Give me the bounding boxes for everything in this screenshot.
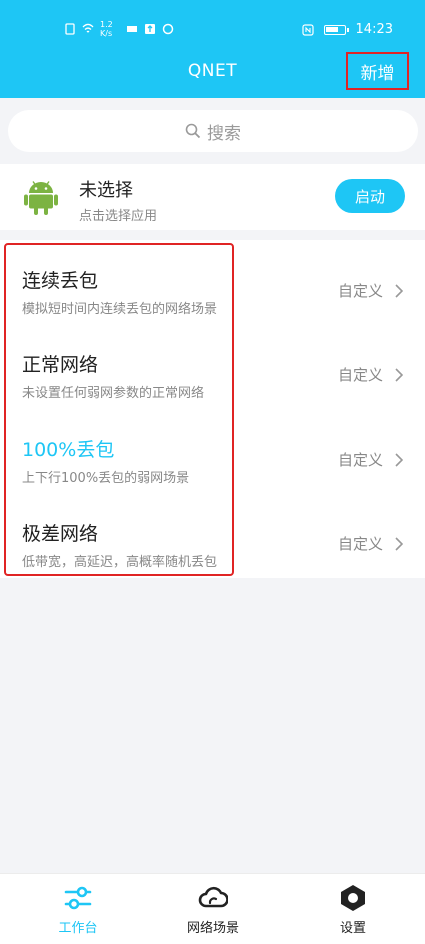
- add-button[interactable]: 新增: [346, 52, 409, 90]
- start-button[interactable]: 启动: [335, 179, 405, 213]
- chevron-right-icon: [395, 367, 403, 382]
- scene-description: 模拟短时间内连续丢包的网络场景: [22, 302, 218, 317]
- nfc-icon: [301, 23, 314, 36]
- chevron-right-icon: [395, 536, 403, 551]
- sim-icon: [65, 23, 75, 35]
- upload-notification-icon: [145, 24, 155, 34]
- status-time: 14:23: [355, 22, 393, 37]
- scene-item-normal-network[interactable]: 正常网络 未设置任何弱网参数的正常网络 自定义: [0, 330, 425, 414]
- battery-icon: [323, 24, 349, 35]
- customize-label: 自定义: [337, 282, 383, 300]
- tab-label: 设置: [339, 921, 366, 936]
- scene-title: 正常网络: [22, 354, 99, 376]
- status-bar: 1.2 K/s 14:23: [0, 0, 425, 44]
- cloud-icon: [198, 886, 228, 908]
- tab-settings[interactable]: 设置: [293, 874, 413, 944]
- network-speed: 1.2 K/s: [100, 20, 113, 38]
- tab-label: 工作台: [58, 921, 98, 936]
- android-icon: [24, 181, 58, 215]
- search-input[interactable]: 搜索: [8, 110, 418, 152]
- search-icon: [185, 123, 201, 139]
- sliders-icon: [64, 886, 92, 910]
- customize-link[interactable]: 自定义: [338, 364, 403, 385]
- customize-label: 自定义: [337, 535, 383, 553]
- scene-description: 低带宽，高延迟，高概率随机丢包: [22, 555, 218, 570]
- app-subtitle: 点击选择应用: [79, 209, 158, 224]
- settings-icon: [341, 885, 365, 911]
- customize-link[interactable]: 自定义: [338, 449, 403, 470]
- scene-item-poor-network[interactable]: 极差网络 低带宽，高延迟，高概率随机丢包 自定义: [0, 499, 425, 583]
- tab-label: 网络场景: [186, 921, 239, 936]
- chevron-right-icon: [395, 283, 403, 298]
- app-notification-icon: [127, 26, 137, 32]
- status-left: 1.2 K/s: [64, 20, 174, 38]
- scene-description: 未设置任何弱网参数的正常网络: [22, 386, 205, 401]
- scene-item-continuous-loss[interactable]: 连续丢包 模拟短时间内连续丢包的网络场景 自定义: [0, 246, 425, 330]
- customize-label: 自定义: [337, 366, 383, 384]
- sync-notification-icon: [162, 23, 174, 35]
- status-right: 14:23: [301, 22, 393, 37]
- wifi-icon: [82, 23, 94, 33]
- scene-title: 连续丢包: [22, 270, 99, 292]
- tab-network-scenes[interactable]: 网络场景: [153, 874, 273, 944]
- customize-label: 自定义: [337, 451, 383, 469]
- bottom-tab-bar: 工作台 网络场景 设置: [0, 873, 425, 944]
- scene-title: 100%丢包: [22, 439, 115, 461]
- chevron-right-icon: [395, 452, 403, 467]
- customize-link[interactable]: 自定义: [338, 533, 403, 554]
- search-placeholder: 搜索: [207, 123, 241, 144]
- scene-description: 上下行100%丢包的弱网场景: [22, 471, 190, 486]
- scene-title: 极差网络: [22, 523, 99, 545]
- tab-workbench[interactable]: 工作台: [18, 874, 138, 944]
- scene-list: 连续丢包 模拟短时间内连续丢包的网络场景 自定义 正常网络 未设置任何弱网参数的…: [0, 240, 425, 578]
- customize-link[interactable]: 自定义: [338, 280, 403, 301]
- app-name: 未选择: [79, 180, 133, 201]
- app-header: 1.2 K/s 14:23 QNET 新增: [0, 0, 425, 98]
- scene-item-full-loss[interactable]: 100%丢包 上下行100%丢包的弱网场景 自定义: [0, 415, 425, 499]
